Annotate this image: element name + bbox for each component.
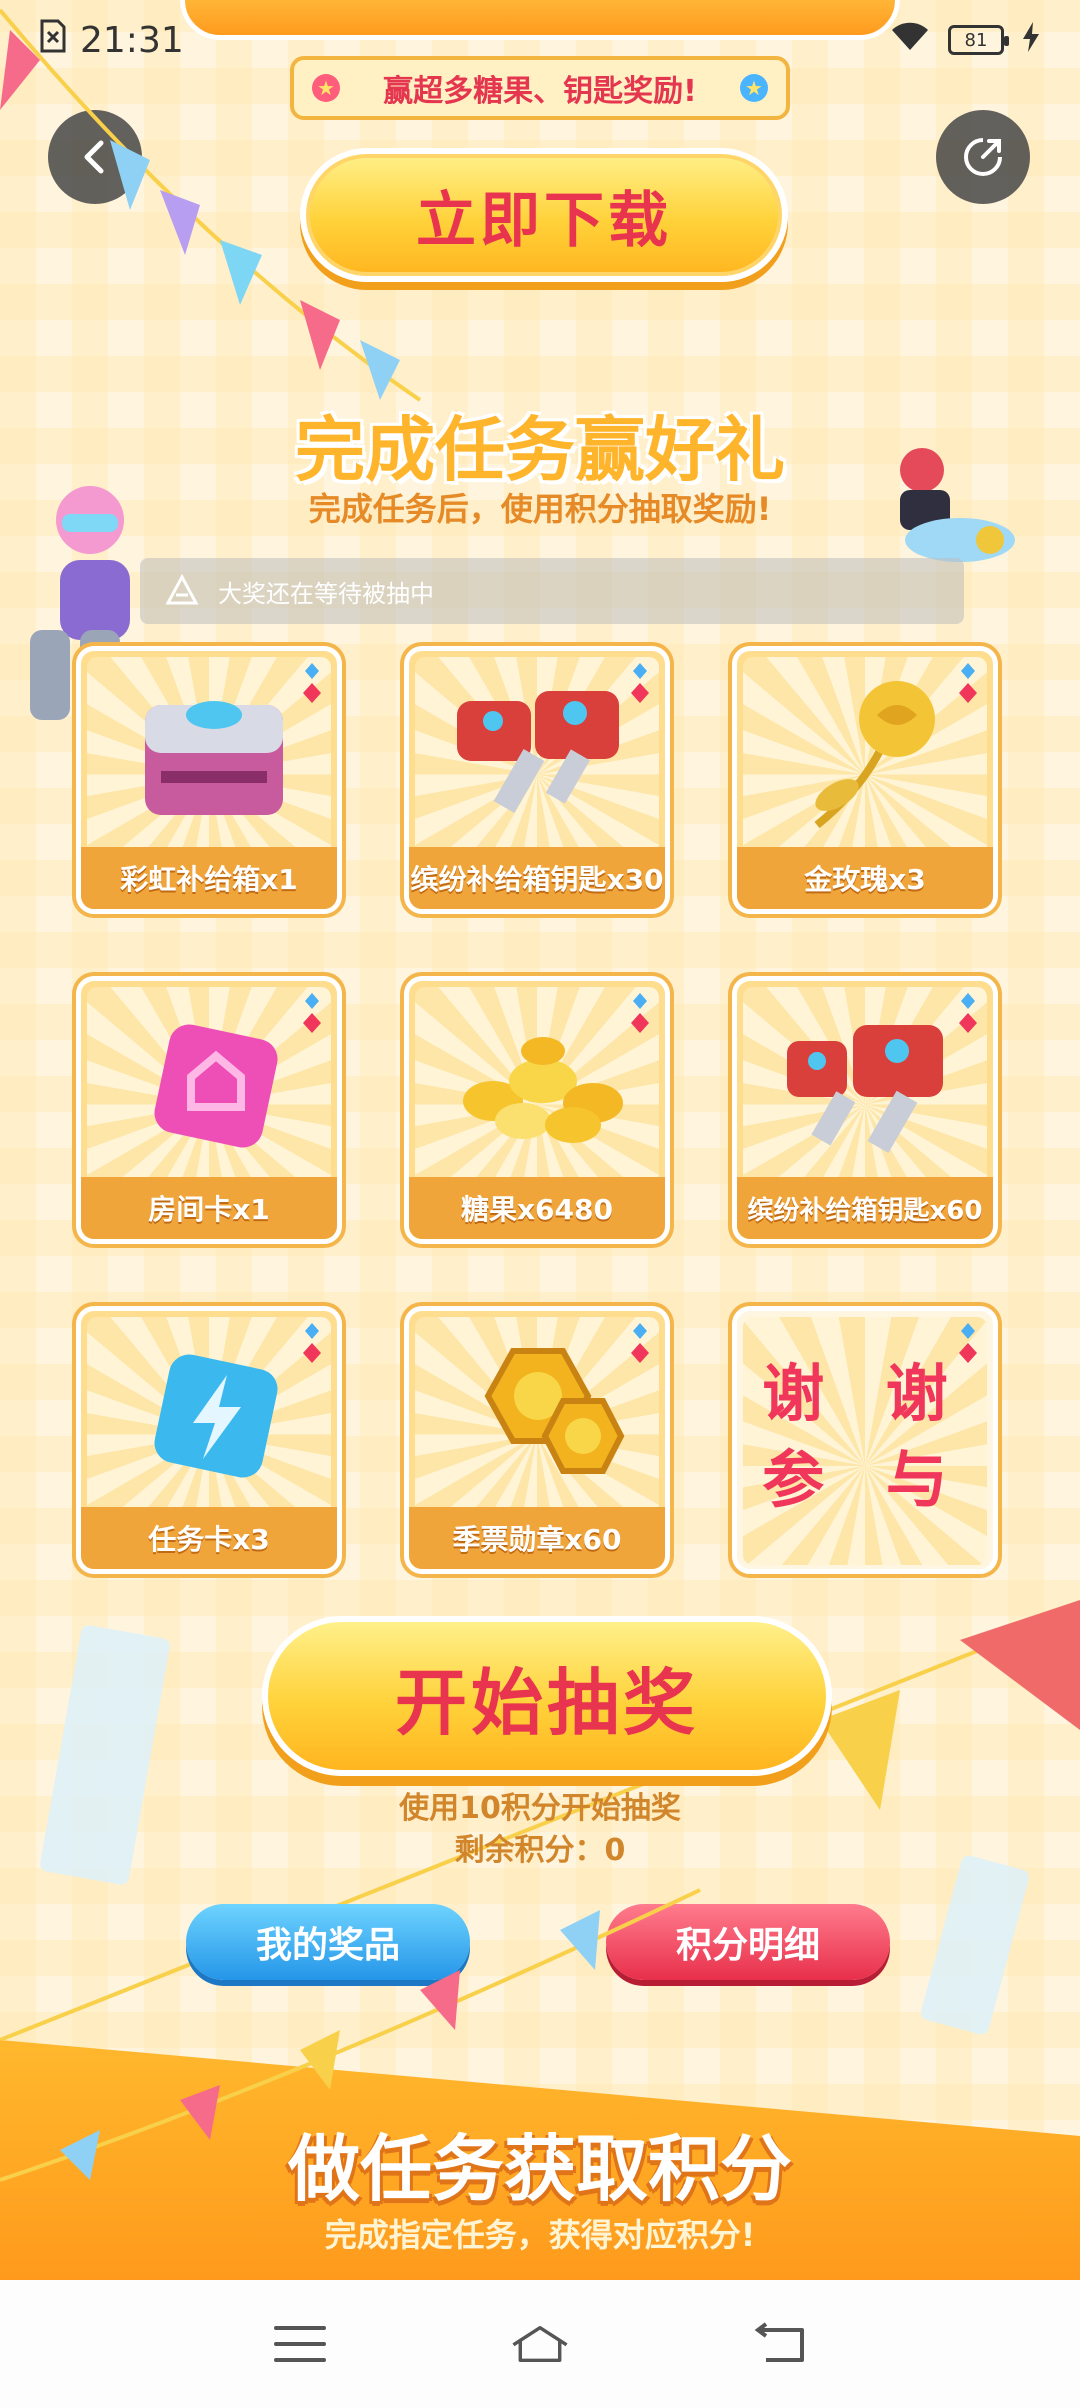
prize-card: 房间卡x1 <box>76 976 342 1244</box>
menu-icon[interactable] <box>270 2314 330 2374</box>
candy-icon <box>463 1037 623 1143</box>
bunting-decoration <box>0 8 422 402</box>
gem-icon <box>303 1323 321 1363</box>
medal-icon <box>484 1348 625 1474</box>
thanks-line: 谢 谢 <box>762 1357 968 1430</box>
prize-card: 任务卡x3 <box>76 1306 342 1574</box>
key-icon <box>787 1025 943 1153</box>
prize-label: 季票勋章x60 <box>409 1507 665 1569</box>
supply-box-icon <box>145 701 283 815</box>
gem-icon <box>303 993 321 1033</box>
gem-icon <box>959 663 977 703</box>
earn-points-title: 做任务获取积分 <box>287 2127 792 2211</box>
prize-card: 缤纷补给箱钥匙x60 <box>732 976 998 1244</box>
tasks-subtitle: 完成任务后，使用积分抽取奖励! <box>308 490 772 528</box>
earn-points-subtitle: 完成指定任务，获得对应积分! <box>324 2216 756 2254</box>
trophy-icon <box>165 573 199 605</box>
prize-card: 季票勋章x60 <box>404 1306 670 1574</box>
prize-label: 糖果x6480 <box>409 1177 665 1239</box>
room-card-icon <box>154 1024 278 1148</box>
thanks-text: 谢 谢 参 与 <box>737 1351 993 1523</box>
prize-card: 糖果x6480 <box>404 976 670 1244</box>
thanks-line: 参 与 <box>762 1443 968 1516</box>
remaining-points-text: 剩余积分：0 <box>454 1833 626 1868</box>
prize-card: 彩虹补给箱x1 <box>76 646 342 914</box>
prize-label: 金玫瑰x3 <box>737 847 993 909</box>
prize-label: 缤纷补给箱钥匙x30 <box>409 847 665 909</box>
back-nav-icon[interactable] <box>750 2314 810 2374</box>
prize-grid: 彩虹补给箱x1 缤纷补给箱钥匙x30 金玫瑰x3 房间卡x1 糖果x6480 缤… <box>76 646 1004 1574</box>
draw-info: 使用10积分开始抽奖 剩余积分：0 <box>300 1788 780 1872</box>
prize-card-thanks: 谢 谢 参 与 <box>732 1306 998 1574</box>
home-icon[interactable] <box>510 2314 570 2374</box>
prize-card: 金玫瑰x3 <box>732 646 998 914</box>
key-icon <box>457 691 619 813</box>
start-draw-button[interactable]: 开始抽奖 <box>262 1616 832 1776</box>
tasks-title: 完成任务赢好礼 <box>295 409 785 491</box>
draw-cost-text: 使用10积分开始抽奖 <box>399 1791 681 1826</box>
prize-label: 彩虹补给箱x1 <box>81 847 337 909</box>
prize-card: 缤纷补给箱钥匙x30 <box>404 646 670 914</box>
prize-label: 任务卡x3 <box>81 1507 337 1569</box>
prize-label: 缤纷补给箱钥匙x60 <box>737 1177 993 1239</box>
prize-label: 房间卡x1 <box>81 1177 337 1239</box>
notice-text: 大奖还在等待被抽中 <box>218 579 434 608</box>
notice-bar: 大奖还在等待被抽中 <box>140 558 964 624</box>
golden-rose-icon <box>814 681 935 829</box>
system-nav-bar <box>0 2280 1080 2408</box>
task-card-icon <box>154 1354 278 1478</box>
gem-icon <box>303 663 321 703</box>
